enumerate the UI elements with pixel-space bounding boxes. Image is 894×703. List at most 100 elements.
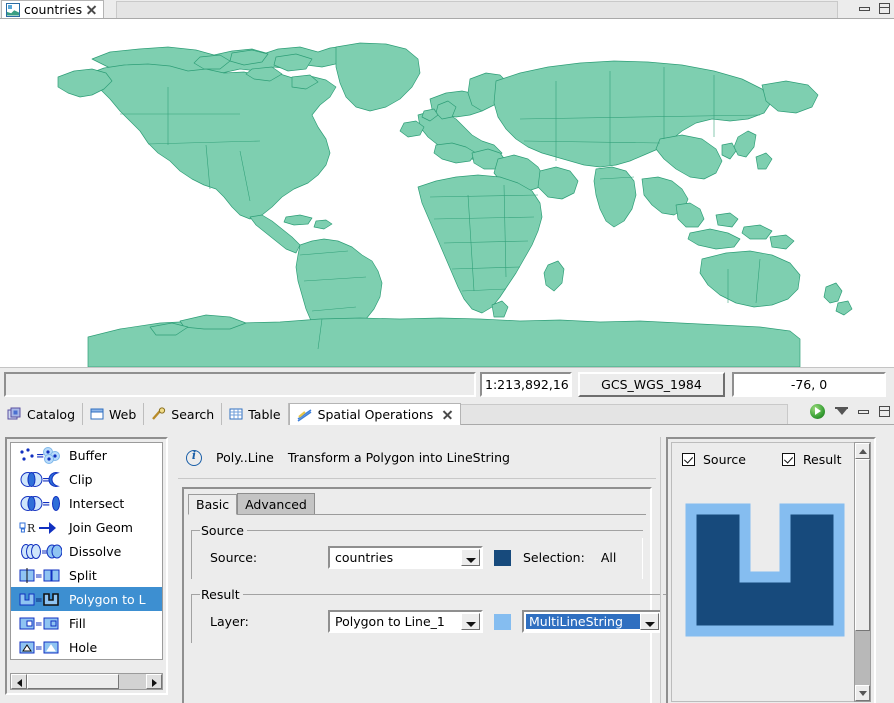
editor-tabbar-filler <box>116 1 838 18</box>
close-icon[interactable] <box>86 4 97 15</box>
geometry-type-combobox[interactable]: MultiLineString <box>522 610 662 633</box>
view-tab-list: Catalog Web Search Table Spatial Operati… <box>0 403 462 425</box>
chevron-down-icon[interactable] <box>461 549 480 566</box>
svg-text:=: = <box>35 596 43 606</box>
list-item-hole[interactable]: = Hole <box>11 635 162 659</box>
u-shaped-polygon <box>685 503 845 637</box>
search-icon <box>152 407 166 420</box>
maximize-icon[interactable] <box>879 406 890 417</box>
tab-table-label: Table <box>248 406 281 422</box>
operation-form: Basic Advanced Source Source: countries <box>182 487 668 703</box>
scroll-right-icon[interactable] <box>146 674 162 689</box>
vscroll-thumb[interactable] <box>855 459 870 631</box>
minimize-icon[interactable] <box>859 6 870 11</box>
operations-list-hscrollbar[interactable] <box>10 673 163 690</box>
scroll-left-icon[interactable] <box>11 674 27 689</box>
tab-basic[interactable]: Basic <box>188 494 238 515</box>
operations-panel: = Buffer = Clip = Intersect R Join Geom … <box>5 437 168 695</box>
window-controls <box>859 3 890 14</box>
list-item-dissolve[interactable]: = Dissolve <box>11 539 162 563</box>
preview-vscrollbar[interactable] <box>854 442 871 702</box>
result-group: Result Layer: Polygon to Line_1 MultiLin… <box>191 587 668 643</box>
coordinate-value: -76, 0 <box>790 376 828 392</box>
layer-combobox[interactable]: Polygon to Line_1 <box>328 610 483 633</box>
editor-tab-label: countries <box>24 1 83 17</box>
chevron-down-icon[interactable] <box>461 613 480 630</box>
source-row: Source: countries Selection: All <box>198 544 637 571</box>
list-item-join-geom[interactable]: R Join Geom <box>11 515 162 539</box>
coordinate-field: -76, 0 <box>732 371 886 397</box>
map-canvas[interactable] <box>0 19 894 367</box>
list-item-label: Polygon to L <box>69 591 146 607</box>
view-tabbar: Catalog Web Search Table Spatial Operati… <box>0 401 894 425</box>
tab-table[interactable]: Table <box>222 403 289 425</box>
tab-catalog[interactable]: Catalog <box>0 403 84 425</box>
scale-field[interactable]: 1:213,892,16 <box>480 371 572 397</box>
maximize-icon[interactable] <box>879 3 890 14</box>
source-combobox[interactable]: countries <box>328 546 483 569</box>
scroll-up-icon[interactable] <box>855 443 870 459</box>
operations-list[interactable]: = Buffer = Clip = Intersect R Join Geom … <box>10 442 163 660</box>
source-value: countries <box>335 550 394 565</box>
panel-divider[interactable] <box>660 437 663 703</box>
scroll-down-icon[interactable] <box>855 685 870 701</box>
layer-label: Layer: <box>210 614 249 629</box>
fill-op-icon: = <box>18 615 62 632</box>
web-icon <box>90 408 104 420</box>
preview-toggles: Source Result <box>672 443 870 467</box>
svg-text:=: = <box>35 644 43 654</box>
geometry-type-value: MultiLineString <box>526 614 640 629</box>
world-map-svg <box>0 19 894 367</box>
vscroll-track[interactable] <box>855 631 870 685</box>
crs-button[interactable]: GCS_WGS_1984 <box>578 371 725 397</box>
list-item-polygon-to-line[interactable]: = Polygon to L <box>11 587 162 611</box>
result-color-swatch[interactable] <box>494 613 511 630</box>
source-color-swatch[interactable] <box>494 549 511 566</box>
result-checkbox[interactable]: Result <box>781 452 842 467</box>
operation-name: Poly..Line <box>216 450 274 465</box>
chevron-down-icon[interactable] <box>640 613 659 630</box>
preview-shape-area <box>672 481 870 701</box>
tab-web[interactable]: Web <box>83 403 145 425</box>
list-item-buffer[interactable]: = Buffer <box>11 443 162 467</box>
tab-search-label: Search <box>171 406 215 422</box>
map-layer-icon <box>6 2 20 17</box>
view-menu-chevron-icon[interactable] <box>835 406 848 417</box>
tab-search[interactable]: Search <box>144 403 223 425</box>
scale-value: 1:213,892,16 <box>485 376 569 392</box>
split-op-icon: = <box>18 567 62 584</box>
tab-web-label: Web <box>109 406 137 422</box>
list-item-label: Split <box>69 567 97 583</box>
tab-advanced-label: Advanced <box>245 496 307 512</box>
hscroll-track[interactable] <box>27 674 146 689</box>
tab-spatial-operations[interactable]: Spatial Operations <box>288 403 462 425</box>
list-item-split[interactable]: = Split <box>11 563 162 587</box>
close-icon[interactable] <box>442 409 453 420</box>
view-tabbar-filler <box>425 404 788 424</box>
operation-detail-panel: Poly..Line Transform a Polygon into Line… <box>178 437 668 703</box>
editor-tab-countries[interactable]: countries <box>1 0 105 18</box>
list-item-clip[interactable]: = Clip <box>11 467 162 491</box>
clip-op-icon: = <box>18 471 62 488</box>
checkbox-checked-icon[interactable] <box>682 453 695 466</box>
editor-tabbar: countries <box>0 0 894 19</box>
play-run-icon[interactable] <box>810 404 825 419</box>
list-item-label: Clip <box>69 471 93 487</box>
spatial-operations-icon <box>297 408 312 422</box>
checkbox-checked-icon[interactable] <box>781 453 795 466</box>
minimize-icon[interactable] <box>858 409 869 414</box>
hscroll-thumb[interactable] <box>27 674 119 689</box>
view-toolbar <box>810 404 890 419</box>
preview-panel: Source Result <box>666 437 876 703</box>
list-item-label: Fill <box>69 615 86 631</box>
source-checkbox[interactable]: Source <box>682 452 746 467</box>
application-window: countries 1:213,892,16 GCS_WGS_1984 -76,… <box>0 0 894 703</box>
tab-advanced[interactable]: Advanced <box>237 493 315 514</box>
svg-text:=: = <box>35 572 43 582</box>
list-item-label: Buffer <box>69 447 107 463</box>
catalog-icon <box>7 407 21 420</box>
list-item-fill[interactable]: = Fill <box>11 611 162 635</box>
list-item-intersect[interactable]: = Intersect <box>11 491 162 515</box>
list-item-label: Intersect <box>69 495 125 511</box>
spatial-operations-view: = Buffer = Clip = Intersect R Join Geom … <box>0 425 894 703</box>
